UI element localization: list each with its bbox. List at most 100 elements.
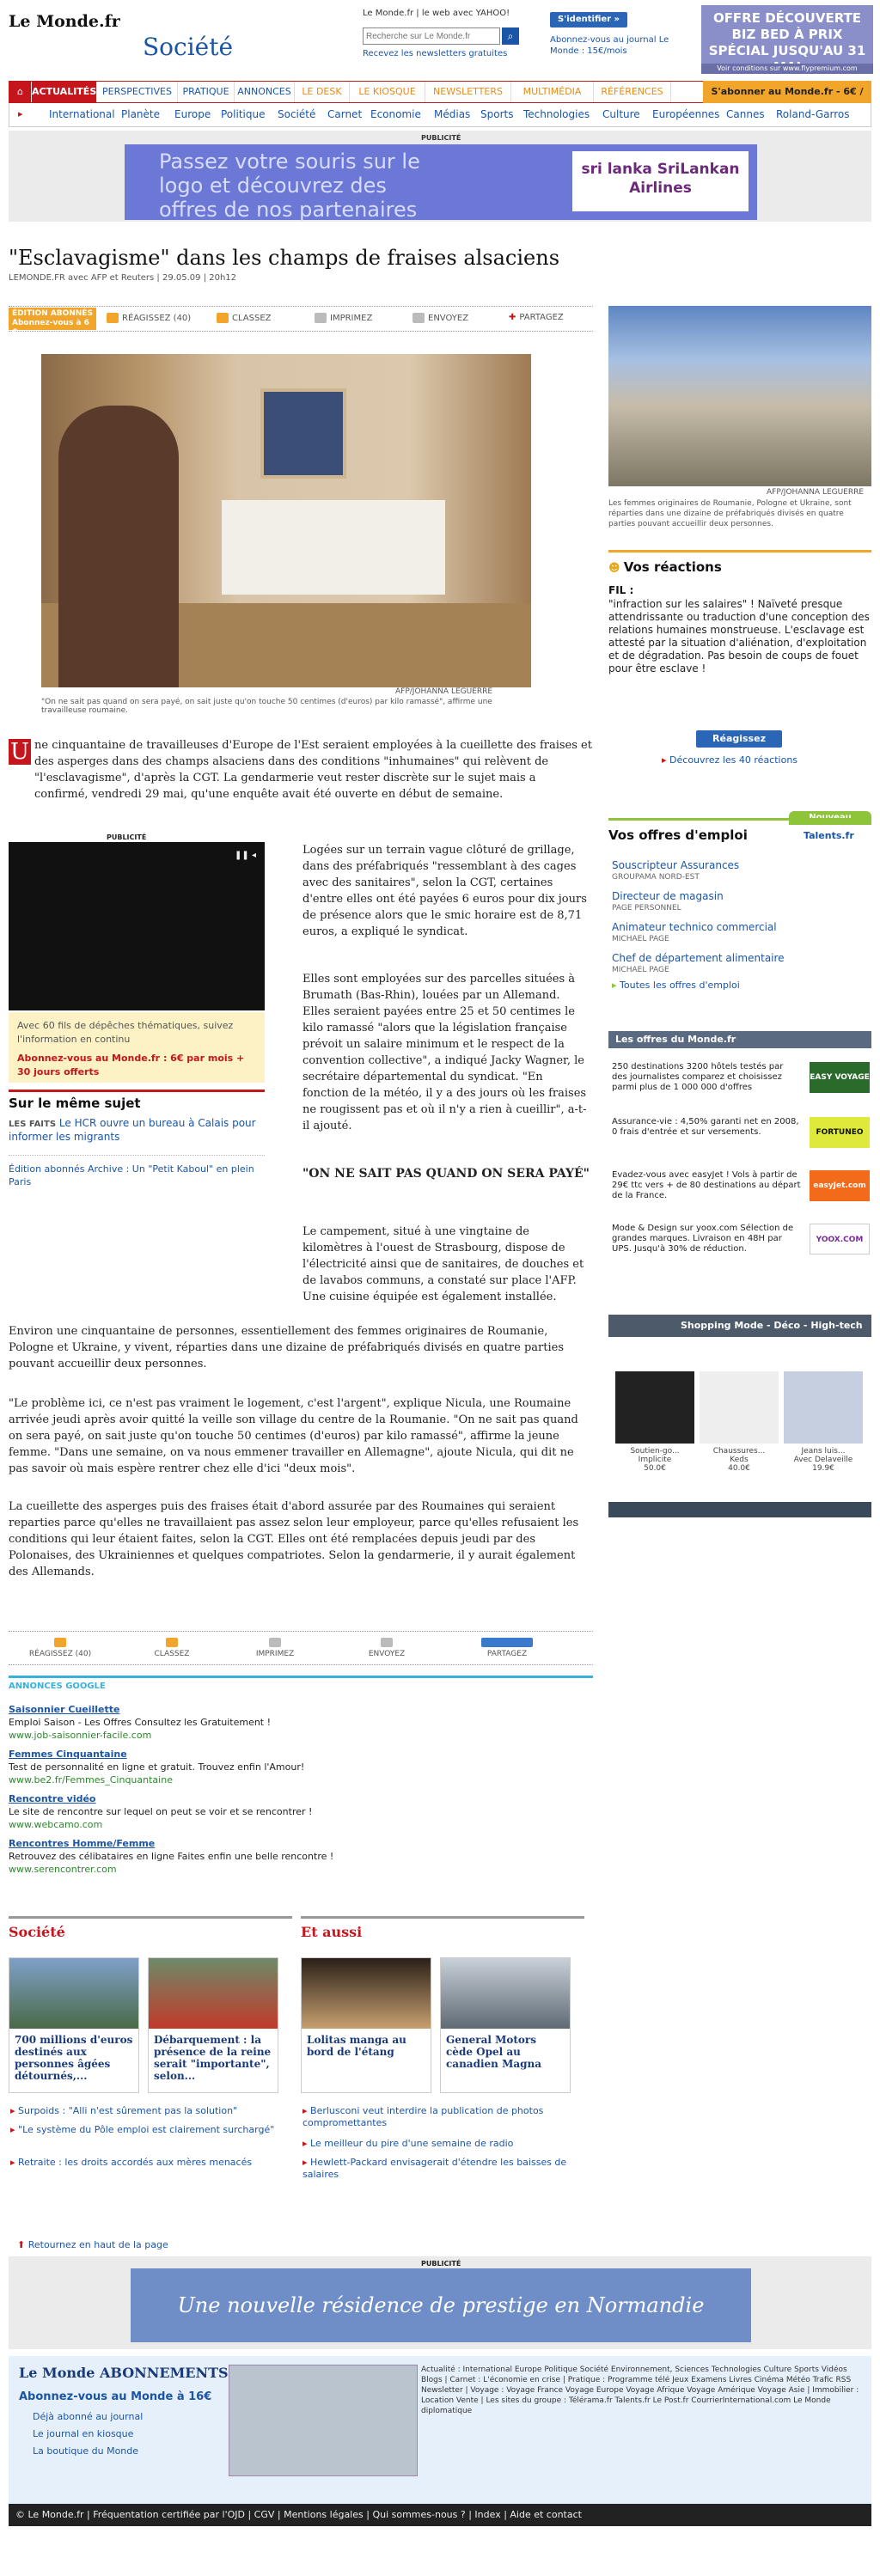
- ad-url[interactable]: www.job-saisonnier-facile.com: [9, 1729, 593, 1742]
- tool-react[interactable]: RÉAGISSEZ (40): [107, 313, 191, 323]
- bottom-tool-print[interactable]: IMPRIMEZ: [241, 1638, 309, 1658]
- see-reactions-link[interactable]: ▸ Découvrez les 40 réactions: [662, 754, 798, 766]
- news-bullet[interactable]: ▸ "Le système du Pôle emploi est clairem…: [10, 2124, 294, 2136]
- newsletter-link[interactable]: Recevez les newsletters gratuites: [363, 49, 507, 58]
- nav-perspectives[interactable]: PERSPECTIVES: [97, 82, 178, 102]
- ad-title[interactable]: Rencontre vidéo: [9, 1792, 593, 1805]
- job-title[interactable]: Animateur technico commercial: [612, 921, 777, 933]
- site-logo[interactable]: Le Monde.fr: [9, 12, 120, 31]
- nav2-item[interactable]: Sports: [480, 108, 513, 120]
- nav2-item[interactable]: Cannes: [726, 108, 765, 120]
- nav2-item[interactable]: Planète: [121, 108, 160, 120]
- job-offer[interactable]: Animateur technico commercial MICHAEL PAG…: [612, 921, 777, 945]
- partner-offer[interactable]: Evadez-vous avec easyJet ! Vols à partir…: [612, 1170, 870, 1208]
- nav2-item[interactable]: Société: [278, 108, 315, 120]
- home-icon[interactable]: ⌂: [9, 82, 32, 102]
- news-bullet-label[interactable]: Surpoids : "Alli n'est sûrement pas la s…: [18, 2105, 237, 2116]
- news-card[interactable]: General Motors cède Opel au canadien Mag…: [440, 1957, 571, 2093]
- news-bullet-label[interactable]: Hewlett-Packard envisagerait d'étendre l…: [302, 2157, 566, 2180]
- news-bullet[interactable]: ▸ Berlusconi veut interdire la publicati…: [302, 2105, 586, 2129]
- job-title[interactable]: Directeur de magasin: [612, 890, 724, 902]
- job-title[interactable]: Souscripteur Assurances: [612, 859, 739, 871]
- shopping-search-bar[interactable]: [608, 1502, 871, 1517]
- news-bullet[interactable]: ▸ Surpoids : "Alli n'est sûrement pas la…: [10, 2105, 294, 2117]
- news-bullet[interactable]: ▸ Le meilleur du pire d'une semaine de r…: [302, 2138, 586, 2150]
- nav-le-kiosque[interactable]: LE KIOSQUE: [350, 82, 425, 102]
- bottom-tool-email[interactable]: ENVOYEZ: [352, 1638, 421, 1658]
- shopping-widget-header[interactable]: Shopping Mode - Déco - High-tech: [608, 1315, 871, 1337]
- ad-url[interactable]: www.serencontrer.com: [9, 1863, 593, 1876]
- news-card-title[interactable]: General Motors cède Opel au canadien Mag…: [441, 2029, 570, 2070]
- ad-url[interactable]: www.be2.fr/Femmes_Cinquantaine: [9, 1773, 593, 1786]
- same-subject-fact[interactable]: LES FAITS Le HCR ouvre un bureau à Calai…: [9, 1117, 265, 1144]
- news-bullet[interactable]: ▸ Retraite : les droits accordés aux mèr…: [10, 2157, 294, 2169]
- google-ad[interactable]: Rencontre vidéo Le site de rencontre sur …: [9, 1792, 593, 1831]
- nav2-item[interactable]: Technologies: [523, 108, 590, 120]
- nav2-item[interactable]: Carnet: [327, 108, 362, 120]
- bottom-tool-share[interactable]: PARTAGEZ: [473, 1638, 541, 1658]
- edition-abonnes-tag[interactable]: ÉDITION ABONNÉS Abonnez-vous à 6 €: [9, 308, 96, 337]
- nav-newsletters[interactable]: NEWSLETTERS: [425, 82, 511, 102]
- search-input[interactable]: [363, 27, 500, 45]
- footer-link[interactable]: La boutique du Monde: [33, 2445, 138, 2457]
- footer-link[interactable]: Le journal en kiosque: [33, 2428, 133, 2439]
- nav-pratique[interactable]: PRATIQUE: [178, 82, 235, 102]
- footer-bar[interactable]: © Le Monde.fr | Fréquentation certifiée …: [9, 2504, 871, 2526]
- react-button[interactable]: Réagissez: [696, 730, 782, 748]
- partner-offer[interactable]: Assurance-vie : 4,50% garanti net en 200…: [612, 1117, 870, 1155]
- footer-sitemap[interactable]: Actualité : International Europe Politiq…: [421, 2365, 868, 2416]
- nav-references[interactable]: RÉFÉRENCES: [594, 82, 671, 102]
- subscribe-journal-link[interactable]: Abonnez-vous au journal Le Monde : 15€/m…: [550, 34, 696, 57]
- nav2-item[interactable]: Roland-Garros: [776, 108, 849, 120]
- news-bullet-label[interactable]: Le meilleur du pire d'une semaine de rad…: [310, 2138, 513, 2149]
- talents-logo[interactable]: Talents.fr: [804, 830, 854, 841]
- nav-multimedia[interactable]: MULTIMÉDIA: [511, 82, 594, 102]
- nav2-item[interactable]: Europe: [174, 108, 211, 120]
- societe-section-title[interactable]: Société: [9, 1916, 292, 1940]
- ad-title[interactable]: Femmes Cinquantaine: [9, 1748, 593, 1761]
- search-button[interactable]: ⌕: [502, 27, 519, 45]
- subscribe-nav-link[interactable]: S'abonner au Monde.fr - 6€ / mois: [703, 81, 871, 119]
- promo-banner[interactable]: OFFRE DÉCOUVERTE BIZ BED À PRIX SPÉCIAL …: [701, 5, 873, 75]
- job-offer[interactable]: Souscripteur Assurances GROUPAMA NORD-EST: [612, 859, 739, 883]
- job-title[interactable]: Chef de département alimentaire: [612, 952, 785, 964]
- video-controls[interactable]: ❚❚ ◂: [235, 851, 256, 860]
- all-jobs-link[interactable]: ▸ Toutes les offres d'emploi: [612, 980, 740, 991]
- news-card-title[interactable]: Débarquement : la présence de la reine s…: [149, 2029, 278, 2082]
- job-offer[interactable]: Chef de département alimentaire MICHAEL P…: [612, 952, 785, 976]
- ad-url[interactable]: www.webcamo.com: [9, 1818, 593, 1831]
- nav-le-desk[interactable]: LE DESK: [295, 82, 350, 102]
- google-ad[interactable]: Saisonnier Cueillette Emploi Saison - Les…: [9, 1703, 593, 1742]
- nav2-item[interactable]: International: [49, 108, 115, 120]
- nav2-item[interactable]: Politique: [221, 108, 265, 120]
- ad-banner-top[interactable]: Passez votre souris sur le logo et décou…: [125, 144, 757, 222]
- nav2-item[interactable]: Culture: [602, 108, 640, 120]
- news-bullet-label[interactable]: Berlusconi veut interdire la publication…: [302, 2105, 543, 2128]
- news-card[interactable]: 700 millions d'euros destinés aux person…: [9, 1957, 139, 2093]
- job-offer[interactable]: Directeur de magasin PAGE PERSONNEL: [612, 890, 724, 914]
- partner-offer[interactable]: 250 destinations 3200 hôtels testés par …: [612, 1062, 870, 1100]
- ad-title[interactable]: Saisonnier Cueillette: [9, 1703, 593, 1716]
- google-ad[interactable]: Femmes Cinquantaine Test de personnalité …: [9, 1748, 593, 1786]
- news-card-title[interactable]: 700 millions d'euros destinés aux person…: [9, 2029, 138, 2082]
- news-card[interactable]: Lolitas manga au bord de l'étang: [301, 1957, 431, 2093]
- same-subject-archive[interactable]: Édition abonnés Archive : Un "Petit Kabo…: [9, 1155, 265, 1188]
- bottom-tool-classez[interactable]: CLASSEZ: [138, 1638, 206, 1658]
- news-bullet-label[interactable]: "Le système du Pôle emploi est clairemen…: [18, 2124, 274, 2135]
- partner-offer[interactable]: Mode & Design sur yoox.com Sélection de …: [612, 1224, 870, 1261]
- nav-actualites[interactable]: ACTUALITÉS: [32, 82, 97, 102]
- nav-annonces[interactable]: ANNONCES: [235, 82, 295, 102]
- shopping-product[interactable]: Soutien-go... Implicite 50.0€: [615, 1371, 694, 1473]
- bottom-tool-react[interactable]: RÉAGISSEZ (40): [26, 1638, 95, 1658]
- google-ad[interactable]: Rencontres Homme/Femme Retrouvez des céli…: [9, 1837, 593, 1876]
- login-button[interactable]: S'identifier »: [550, 12, 627, 27]
- news-card[interactable]: Débarquement : la présence de la reine s…: [148, 1957, 278, 2093]
- shopping-product[interactable]: Chaussures... Keds 40.0€: [700, 1371, 779, 1473]
- shopping-product[interactable]: Jeans luis... Avec Delaveille 19.9€: [784, 1371, 863, 1473]
- tool-share[interactable]: ✚ PARTAGEZ: [509, 313, 564, 322]
- news-bullet-label[interactable]: Retraite : les droits accordés aux mères…: [18, 2157, 252, 2168]
- ad-title[interactable]: Rencontres Homme/Femme: [9, 1837, 593, 1850]
- ad-banner-bottom[interactable]: Une nouvelle résidence de prestige en No…: [131, 2268, 751, 2342]
- news-bullet[interactable]: ▸ Hewlett-Packard envisagerait d'étendre…: [302, 2157, 586, 2181]
- footer-link[interactable]: Déjà abonné au journal: [33, 2411, 143, 2422]
